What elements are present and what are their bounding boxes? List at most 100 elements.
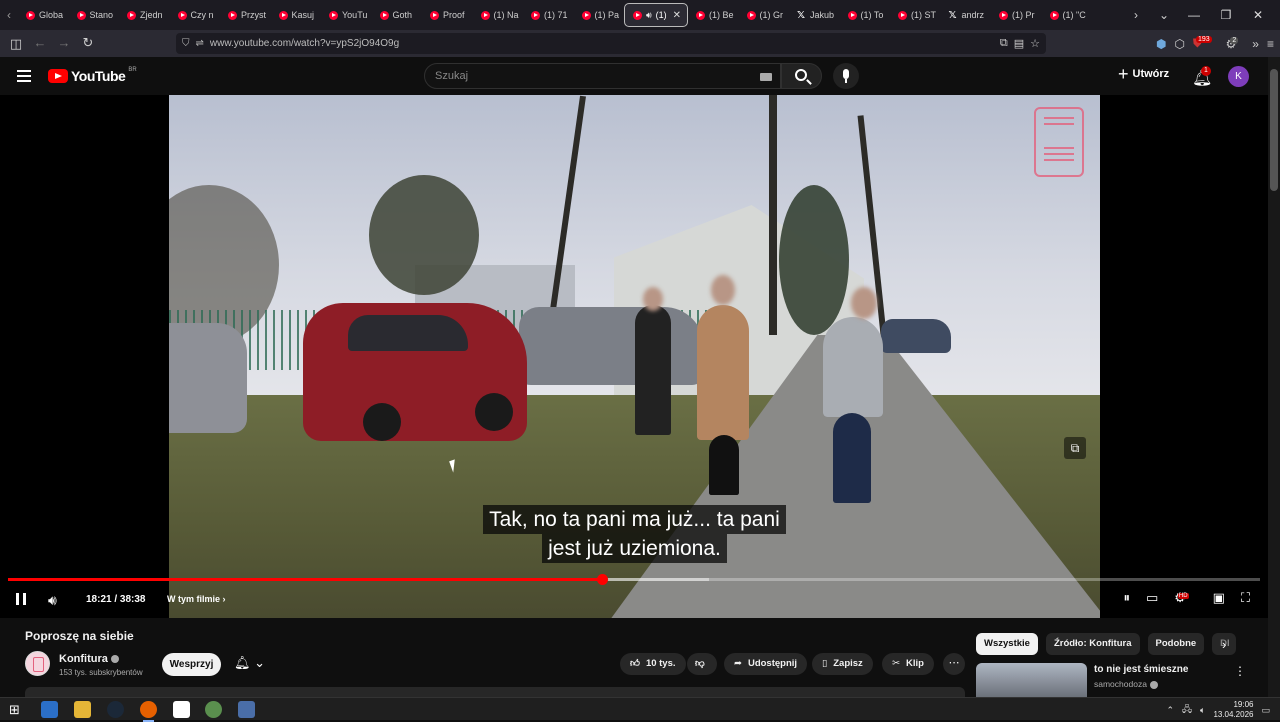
chip-source[interactable]: Źródło: Konfitura: [1045, 633, 1140, 655]
subscription-bell-icon[interactable]: 🔔︎ ⌄: [234, 655, 265, 671]
progress-bar[interactable]: [8, 574, 1260, 585]
site-info-icon[interactable]: ⛉: [182, 38, 190, 49]
app-icon[interactable]: [205, 701, 222, 718]
windows-start-icon[interactable]: ⊞: [9, 701, 26, 718]
browser-tab[interactable]: (1) 71: [523, 3, 574, 27]
fullscreen-icon[interactable]: ⛶: [1241, 590, 1250, 606]
chapters-button[interactable]: W tym filmie ›: [167, 594, 226, 604]
browser-tab[interactable]: Proof: [422, 3, 473, 27]
browser-tab[interactable]: Goth: [372, 3, 423, 27]
bookmark-star-icon[interactable]: ☆: [1030, 37, 1040, 50]
voice-search-button[interactable]: [833, 63, 859, 89]
chip-all[interactable]: Wszystkie: [976, 633, 1038, 655]
back-icon[interactable]: ←: [28, 35, 52, 50]
tab-close-icon[interactable]: ✕: [673, 10, 681, 21]
browser-tab[interactable]: (1) "C: [1042, 3, 1093, 27]
sidebar-toggle-icon[interactable]: ◫: [4, 36, 28, 52]
chip-similar[interactable]: Podobne: [1147, 633, 1205, 655]
subtitles-icon[interactable]: ▭: [1146, 590, 1158, 606]
pause-icon[interactable]: [16, 593, 26, 605]
theater-mode-icon[interactable]: ▣: [1213, 590, 1225, 606]
ublock-extension-icon[interactable]: ⛊193: [1193, 36, 1218, 51]
like-button[interactable]: 👍︎ 10 tys.: [620, 653, 686, 675]
share-button[interactable]: ➦ Udostępnij: [724, 653, 808, 675]
keyboard-icon[interactable]: [760, 73, 772, 81]
browser-tab[interactable]: Zjedn: [119, 3, 170, 27]
search-input[interactable]: Szukaj: [424, 63, 781, 89]
close-window-icon[interactable]: ✕: [1242, 8, 1274, 22]
reader-view-icon[interactable]: ▤: [1014, 37, 1024, 50]
browser-tab[interactable]: Globa: [18, 3, 69, 27]
browser-tab[interactable]: Kasuj: [271, 3, 322, 27]
browser-tab[interactable]: 🔊︎ (1) ✕: [624, 3, 688, 27]
browser-tab[interactable]: YouTu: [321, 3, 372, 27]
browser-tab[interactable]: (1) To: [840, 3, 891, 27]
steam-icon[interactable]: [107, 701, 124, 718]
tab-audio-icon[interactable]: 🔊︎: [646, 10, 652, 21]
clip-button[interactable]: ✂ Klip: [882, 653, 934, 675]
guide-menu-icon[interactable]: [17, 70, 31, 82]
browser-tab[interactable]: Przyst: [220, 3, 271, 27]
search-button[interactable]: [781, 63, 822, 89]
browser-tab[interactable]: 𝕏andrz: [941, 3, 992, 27]
scrollbar-thumb[interactable]: [1270, 69, 1278, 191]
monitor-app-icon[interactable]: [41, 701, 58, 718]
network-icon[interactable]: 🖧︎: [1182, 702, 1192, 718]
chips-next-icon[interactable]: ›: [1222, 637, 1226, 652]
save-button[interactable]: ▯ Zapisz: [812, 653, 873, 675]
file-explorer-icon[interactable]: [74, 701, 91, 718]
create-button[interactable]: + Utwórz: [1118, 65, 1169, 83]
settings-gear-icon[interactable]: ⚙HD: [1174, 590, 1196, 606]
address-bar[interactable]: ⛉ ⇌ www.youtube.com/watch?v=ypS2jO94O9g …: [176, 33, 1046, 54]
firefox-icon[interactable]: [140, 701, 157, 722]
channel-avatar[interactable]: [25, 651, 50, 676]
miniplayer-icon[interactable]: ⧉: [1064, 437, 1086, 459]
x-icon: 𝕏: [948, 9, 957, 21]
tab-list-dropdown-icon[interactable]: ⌄: [1150, 8, 1178, 22]
autoplay-toggle-icon[interactable]: ⏸: [1123, 590, 1130, 606]
video-player[interactable]: ⧉ Tak, no ta pani ma już... ta pani jest…: [0, 95, 1268, 618]
app-menu-icon[interactable]: ≡: [1267, 37, 1274, 51]
channel-name[interactable]: Konfitura: [59, 653, 119, 665]
calculator-icon[interactable]: [238, 701, 255, 718]
volume-icon[interactable]: 🔊︎: [48, 592, 57, 609]
more-actions-icon[interactable]: ⋯: [943, 653, 965, 675]
page-scrollbar[interactable]: [1268, 57, 1280, 697]
notion-icon[interactable]: [173, 701, 190, 718]
browser-tab[interactable]: (1) Be: [688, 3, 739, 27]
clock[interactable]: 19:06 13.04.2026: [1213, 700, 1253, 720]
picture-in-picture-icon[interactable]: ⧉: [1000, 37, 1008, 50]
tray-overflow-icon[interactable]: ⌃: [1166, 705, 1174, 716]
channel-watermark-icon[interactable]: [1034, 107, 1084, 177]
browser-tab[interactable]: Stano: [69, 3, 120, 27]
browser-tab[interactable]: (1) Gr: [739, 3, 790, 27]
permissions-icon[interactable]: ⇌: [196, 38, 204, 49]
recommended-title[interactable]: to nie jest śmieszne: [1094, 664, 1188, 675]
support-button[interactable]: Wesprzyj: [162, 653, 221, 676]
recommended-menu-icon[interactable]: ⋮: [1234, 664, 1246, 678]
overflow-chevrons-icon[interactable]: »: [1252, 37, 1259, 51]
puzzle-extension-icon[interactable]: ⚙2: [1226, 36, 1245, 51]
extensions-icon[interactable]: ⬡: [1174, 37, 1184, 51]
reload-icon[interactable]: ↻: [76, 35, 100, 51]
recommended-channel[interactable]: samochodoza: [1094, 679, 1158, 689]
browser-tab[interactable]: (1) Na: [473, 3, 524, 27]
browser-tab[interactable]: (1) Pa: [574, 3, 625, 27]
tabs-scroll-left-icon[interactable]: ‹: [0, 8, 18, 22]
browser-tab[interactable]: (1) ST: [890, 3, 941, 27]
recommended-thumbnail[interactable]: [976, 663, 1087, 697]
description-box[interactable]: [25, 687, 965, 697]
minimize-icon[interactable]: —: [1178, 8, 1210, 22]
youtube-logo[interactable]: YouTube BR: [48, 67, 137, 84]
browser-tab[interactable]: (1) Pr: [991, 3, 1042, 27]
restore-icon[interactable]: ❐: [1210, 8, 1242, 22]
notifications-icon[interactable]: ▭: [1261, 705, 1270, 716]
tabs-scroll-right-icon[interactable]: ›: [1122, 8, 1150, 22]
forward-icon[interactable]: →: [52, 35, 76, 50]
shield-extension-icon[interactable]: ⬢: [1156, 37, 1166, 51]
browser-tab[interactable]: Czy n: [170, 3, 221, 27]
speaker-icon[interactable]: 🔈︎: [1200, 705, 1205, 716]
browser-tab[interactable]: 𝕏 Jakub: [789, 3, 840, 27]
dislike-button[interactable]: 👎︎: [687, 653, 717, 675]
account-avatar[interactable]: K: [1228, 66, 1249, 87]
